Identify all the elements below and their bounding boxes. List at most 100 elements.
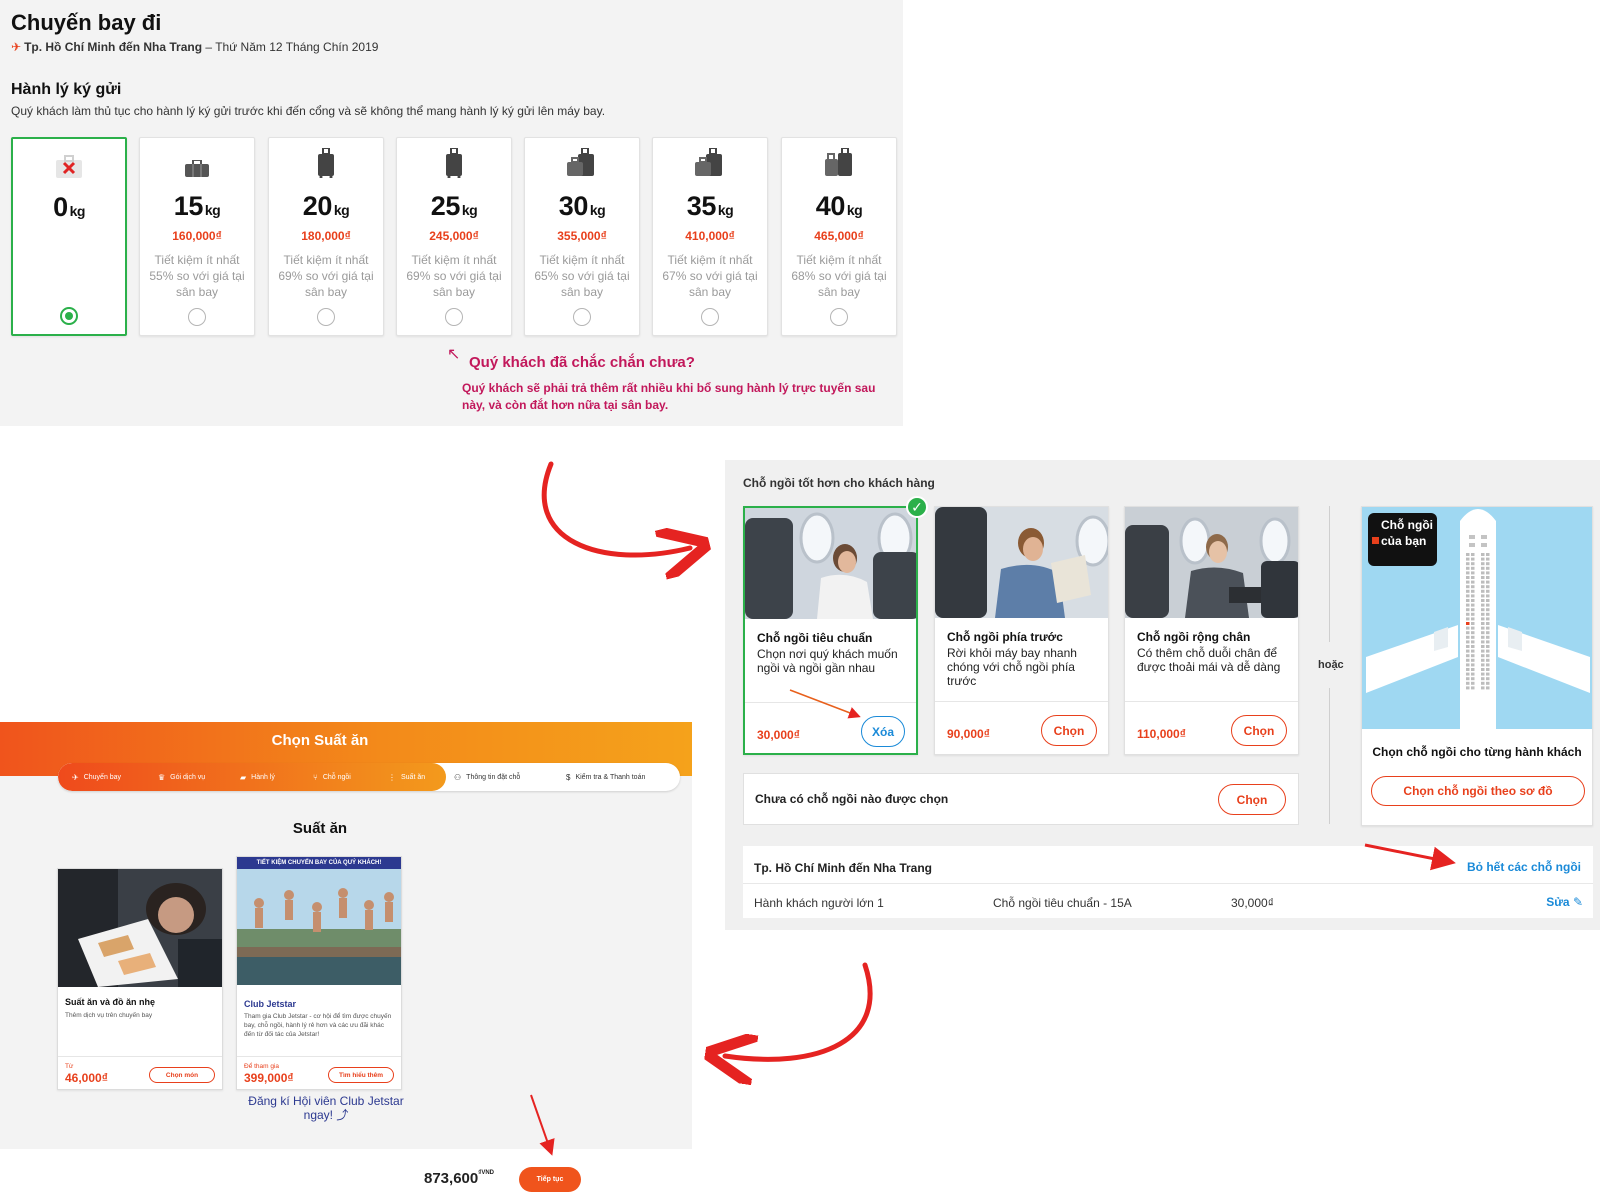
step-2[interactable]: ♛ Gói dịch vụ	[158, 763, 205, 791]
baggage-radio[interactable]	[60, 307, 78, 325]
seat-map-seat	[1471, 594, 1475, 598]
total-price: 873,600₫VND	[424, 1170, 494, 1187]
baggage-radio[interactable]	[830, 308, 848, 326]
seat-map-seat	[1471, 658, 1475, 662]
seat-map-seat	[1486, 645, 1490, 648]
seat-map-seat	[1466, 571, 1470, 575]
seat-option-2[interactable]: Chỗ ngồi phía trước Rời khỏi máy bay nhan…	[934, 506, 1109, 755]
seat-map-seat	[1481, 562, 1485, 566]
seat-map-seat	[1486, 580, 1490, 584]
learn-more-button[interactable]: Tìm hiểu thêm	[328, 1067, 394, 1083]
seat-map-seat	[1486, 562, 1490, 566]
step-4[interactable]: ⑂ Chỗ ngồi	[313, 763, 351, 791]
seat-map-seat	[1466, 599, 1470, 602]
seat-marker-icon	[1372, 537, 1379, 544]
seat-map-seat	[1481, 663, 1485, 667]
seat-map-seat	[1481, 617, 1485, 621]
baggage-option-15kg[interactable]: 15 kg 160,000₫ Tiết kiệm ít nhất 55% so với…	[139, 137, 255, 336]
baggage-option-0kg[interactable]: 0 kg	[11, 137, 127, 336]
seat-map-seat	[1471, 686, 1475, 690]
seat-map-seat	[1486, 681, 1490, 685]
seat-map-button[interactable]: Chọn chỗ ngồi theo sơ đồ	[1371, 776, 1585, 806]
choose-seat-button[interactable]: Chọn	[1041, 715, 1097, 746]
seat-map-seat	[1471, 617, 1475, 621]
step-label: Kiểm tra & Thanh toán	[575, 773, 646, 781]
seat-option-3[interactable]: Chỗ ngồi rộng chân Có thêm chỗ duỗi chân …	[1124, 506, 1299, 755]
step-6[interactable]: ⚇ Thông tin đặt chỗ	[454, 763, 520, 791]
baggage-weight: 35 kg	[686, 191, 734, 221]
seat-map-seat	[1486, 649, 1490, 653]
seat-option-price: 110,000₫	[1137, 727, 1186, 741]
baggage-option-20kg[interactable]: 20 kg 180,000₫ Tiết kiệm ít nhất 69% so với…	[268, 137, 384, 336]
baggage-option-35kg[interactable]: 35 kg 410,000₫ Tiết kiệm ít nhất 67% so với…	[652, 137, 768, 336]
baggage-radio[interactable]	[701, 308, 719, 326]
seat-map-seat	[1466, 594, 1470, 598]
seat-map-seat	[1481, 645, 1485, 648]
step-3[interactable]: ▰ Hành lý	[240, 763, 275, 791]
step-label: Suất ăn	[401, 773, 426, 781]
baggage-option-40kg[interactable]: 40 kg 465,000₫ Tiết kiệm ít nhất 68% so với…	[781, 137, 897, 336]
step-label: Hành lý	[251, 773, 275, 781]
seat-map-seat	[1486, 566, 1490, 570]
club-jetstar-card: TIẾT KIỆM CHUYẾN BAY CỦA QUÝ KHÁCH! Club…	[236, 856, 402, 1090]
page-title: Chuyến bay đi	[11, 10, 162, 35]
suitcase-icon	[269, 148, 383, 178]
baggage-radio[interactable]	[317, 308, 335, 326]
edit-seat-link[interactable]: Sửa ✎	[1546, 895, 1583, 909]
seat-option-desc: Chọn nơi quý khách muốn ngồi và ngồi gần…	[757, 647, 898, 675]
step-7[interactable]: $ Kiểm tra & Thanh toán	[566, 763, 645, 791]
baggage-radio[interactable]	[188, 308, 206, 326]
step-label: Chỗ ngồi	[322, 773, 351, 781]
baggage-saving: Tiết kiệm ít nhất 68% so với giá tại sân…	[791, 253, 887, 299]
step-label: Thông tin đặt chỗ	[466, 773, 521, 781]
seat-option-1[interactable]: Chỗ ngồi tiêu chuẩn Chọn nơi quý khách mu…	[743, 496, 928, 755]
continue-button[interactable]: Tiếp tục	[519, 1167, 581, 1192]
baggage-option-30kg[interactable]: 30 kg 355,000₫ Tiết kiệm ít nhất 65% so với…	[524, 137, 640, 336]
seat-summary: Tp. Hồ Chí Minh đến Nha Trang Bỏ hết các…	[743, 846, 1593, 918]
no-seat-bar: Chưa có chỗ ngồi nào được chọn Chọn	[743, 773, 1299, 825]
step-1[interactable]: ✈ Chuyến bay	[72, 763, 121, 791]
seat-map-seat	[1486, 622, 1490, 625]
seat-map-seat	[1466, 677, 1470, 681]
step-5[interactable]: ⋮ Suất ăn	[388, 763, 425, 791]
baggage-price: 355,000₫	[557, 229, 607, 243]
seat-map-seat	[1486, 686, 1490, 690]
club-join-link[interactable]: Đăng kí Hội viên Club Jetstar ngay! ⤴	[236, 1094, 416, 1122]
seat-option-desc: Rời khỏi máy bay nhanh chóng với chỗ ngồ…	[947, 646, 1077, 688]
seat-map-seat	[1466, 622, 1470, 625]
step-label: Gói dịch vụ	[170, 773, 206, 781]
seat-map-seat	[1481, 658, 1485, 662]
divider	[1125, 701, 1298, 702]
no-seat-choose-button[interactable]: Chọn	[1218, 784, 1286, 815]
clear-seats-link[interactable]: Bỏ hết các chỗ ngồi	[1467, 860, 1581, 874]
remove-seat-button[interactable]: Xóa	[861, 716, 905, 747]
baggage-price: 465,000₫	[814, 229, 864, 243]
seat-map-seat	[1481, 612, 1485, 616]
seat-map-seat	[1471, 677, 1475, 681]
baggage-saving: Tiết kiệm ít nhất 67% so với giá tại sân…	[662, 253, 758, 299]
baggage-radio[interactable]	[573, 308, 591, 326]
seat-map-seat	[1486, 626, 1490, 630]
seat-map-seat	[1486, 640, 1490, 644]
baggage-radio[interactable]	[445, 308, 463, 326]
baggage-price: 160,000₫	[172, 229, 222, 243]
seat-map-seat	[1471, 589, 1475, 593]
flow-arrow-baggage-to-seats	[541, 461, 690, 555]
seat-photo	[745, 508, 916, 619]
meal-photo	[58, 869, 222, 987]
summary-route: Tp. Hồ Chí Minh đến Nha Trang	[754, 861, 932, 875]
seat-map-seat	[1466, 608, 1470, 612]
seat-map-seat	[1466, 640, 1470, 644]
choose-meal-button[interactable]: Chọn món	[149, 1067, 215, 1083]
seat-map-seat	[1486, 672, 1490, 676]
suitcase-icon	[397, 148, 511, 178]
divider	[237, 1056, 401, 1057]
seat-map-seat	[1466, 612, 1470, 616]
seat-option-price: 90,000₫	[947, 727, 990, 741]
choose-seat-button[interactable]: Chọn	[1231, 715, 1287, 746]
step-label: Chuyến bay	[83, 773, 122, 781]
divider	[58, 1056, 222, 1057]
seat-map-seat	[1486, 594, 1490, 598]
baggage-option-25kg[interactable]: 25 kg 245,000₫ Tiết kiệm ít nhất 69% so với…	[396, 137, 512, 336]
seat-option-title: Chỗ ngồi phía trước	[947, 630, 1063, 644]
